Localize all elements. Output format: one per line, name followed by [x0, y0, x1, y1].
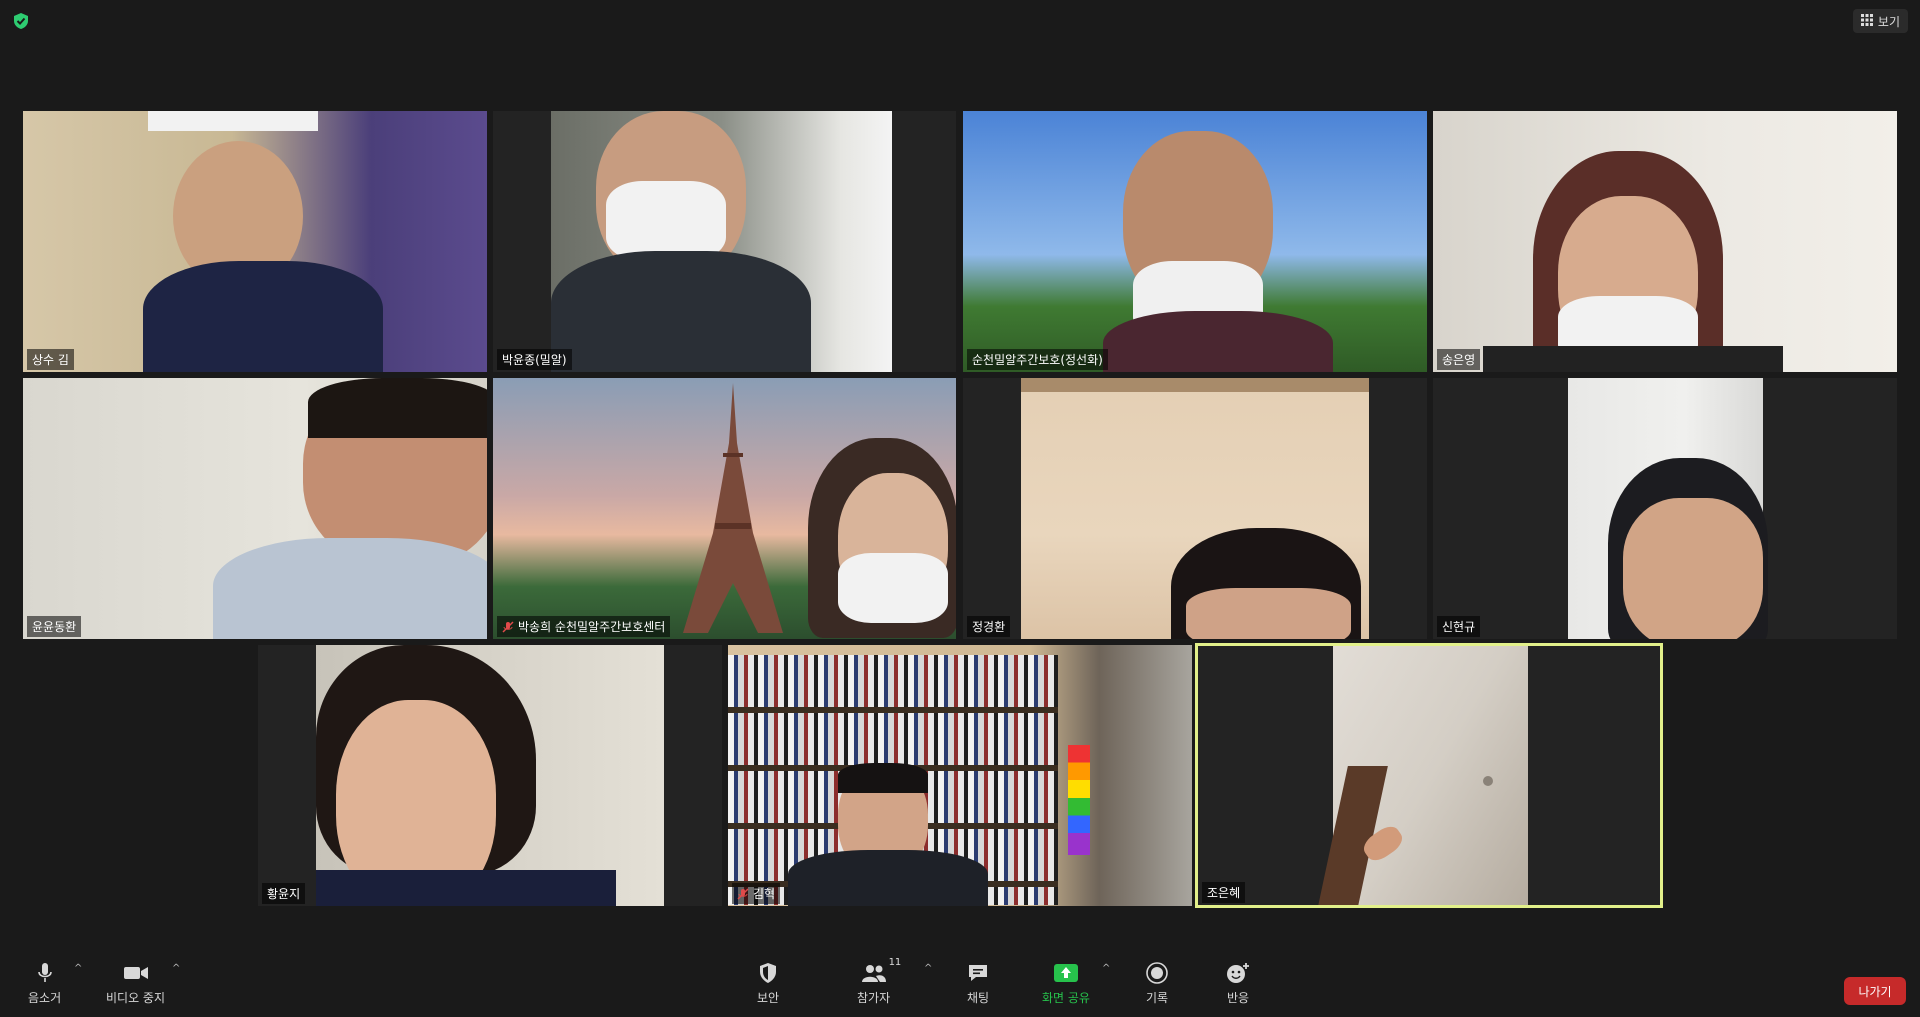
chat-button[interactable]: 채팅 [967, 961, 989, 1006]
participant-video [1433, 111, 1897, 372]
chat-bubble-icon [967, 961, 989, 985]
encryption-shield-icon[interactable] [12, 12, 30, 30]
participant-name-tag: 윤윤동환 [27, 616, 82, 637]
video-tile-active-speaker[interactable]: 조은혜 [1195, 643, 1663, 908]
grid-icon [1860, 13, 1873, 29]
participant-name: 송은영 [1442, 353, 1476, 367]
participant-name: 박윤종(밀알) [502, 353, 567, 367]
meeting-toolbar: 음소거 ^ 비디오 중지 ^ 보안 11 참가자 ^ 채팅 화면 공유 ^ 기록… [0, 949, 1920, 1017]
zoom-meeting-window: 보기 상수 김 박윤종(밀알) 순천밀알주간보호(정선화) 송은영 윤윤동환 박… [0, 0, 1920, 1017]
security-button[interactable]: 보안 [757, 961, 779, 1006]
stop-video-button[interactable]: 비디오 중지 [106, 961, 165, 1006]
video-options-chevron-up-icon[interactable]: ^ [172, 963, 180, 974]
participant-video [1568, 378, 1768, 639]
participant-name-tag: 박송희 순천밀알주간보호센터 [497, 616, 671, 637]
record-label: 기록 [1146, 991, 1169, 1005]
participant-name: 조은혜 [1207, 886, 1241, 900]
video-tile[interactable]: 신현규 [1433, 378, 1897, 639]
participant-video [963, 111, 1427, 372]
participant-video [1318, 646, 1528, 905]
security-shield-icon [758, 961, 778, 985]
participants-label: 참가자 [857, 991, 891, 1005]
participant-name: 신현규 [1442, 620, 1476, 634]
participant-name: 상수 김 [32, 353, 69, 367]
participant-name-tag: 조은혜 [1202, 882, 1246, 903]
participant-video [1021, 378, 1369, 639]
video-tile[interactable]: 순천밀알주간보호(정선화) [963, 111, 1427, 372]
smiley-plus-icon [1226, 961, 1250, 985]
video-tile[interactable]: 박윤종(밀알) [493, 111, 956, 372]
video-tile[interactable]: 황윤지 [258, 645, 722, 906]
security-label: 보안 [757, 991, 780, 1005]
participant-name-tag: 송은영 [1437, 349, 1481, 370]
mute-button[interactable]: 음소거 [28, 961, 61, 1006]
reactions-label: 반응 [1226, 991, 1250, 1005]
leave-meeting-button[interactable]: 나가기 [1844, 977, 1906, 1005]
video-tile[interactable]: 상수 김 [23, 111, 487, 372]
participant-name-tag: 신현규 [1437, 616, 1481, 637]
participants-count: 11 [888, 957, 902, 968]
mute-label: 음소거 [28, 991, 62, 1005]
video-tile[interactable]: 김혁 [728, 645, 1192, 906]
video-tile[interactable]: 박송희 순천밀알주간보호센터 [493, 378, 956, 639]
participant-name-tag: 정경환 [967, 616, 1011, 637]
participant-name-tag: 상수 김 [27, 349, 74, 370]
participant-video [23, 111, 487, 372]
video-tile[interactable]: 윤윤동환 [23, 378, 487, 639]
view-button[interactable]: 보기 [1852, 9, 1908, 33]
participants-button[interactable]: 11 참가자 [857, 957, 901, 1006]
video-label: 비디오 중지 [106, 991, 166, 1005]
microphone-icon [36, 961, 54, 985]
share-screen-arrow-up-icon [1053, 961, 1079, 985]
microphone-muted-icon [737, 887, 749, 900]
participant-name: 윤윤동환 [32, 620, 77, 634]
participant-name-tag: 순천밀알주간보호(정선화) [967, 349, 1108, 370]
view-label: 보기 [1877, 14, 1900, 29]
participants-options-chevron-up-icon[interactable]: ^ [924, 963, 932, 974]
record-button[interactable]: 기록 [1146, 961, 1168, 1006]
share-options-chevron-up-icon[interactable]: ^ [1102, 963, 1110, 974]
participant-video [23, 378, 487, 639]
microphone-muted-icon [502, 620, 514, 633]
participant-name: 김혁 [753, 887, 776, 901]
record-icon [1146, 961, 1168, 985]
participant-name: 황윤지 [267, 887, 301, 901]
video-camera-icon [123, 961, 149, 985]
participant-name-tag: 황윤지 [262, 883, 306, 904]
video-tile[interactable]: 송은영 [1433, 111, 1897, 372]
share-screen-button[interactable]: 화면 공유 [1042, 961, 1090, 1006]
participant-name-tag: 김혁 [732, 883, 781, 904]
participants-icon: 11 [861, 957, 901, 985]
participant-name-tag: 박윤종(밀알) [497, 349, 572, 370]
participant-video [551, 111, 892, 372]
participant-video [728, 645, 1192, 906]
participant-name: 정경환 [972, 620, 1006, 634]
participant-name: 순천밀알주간보호(정선화) [972, 353, 1103, 367]
audio-options-chevron-up-icon[interactable]: ^ [74, 963, 82, 974]
reactions-button[interactable]: 반응 [1226, 961, 1250, 1006]
participant-name: 박송희 순천밀알주간보호센터 [518, 620, 666, 634]
share-label: 화면 공유 [1042, 991, 1090, 1005]
video-tile[interactable]: 정경환 [963, 378, 1427, 639]
participant-video [316, 645, 664, 906]
participant-video [493, 378, 956, 639]
chat-label: 채팅 [967, 991, 990, 1005]
